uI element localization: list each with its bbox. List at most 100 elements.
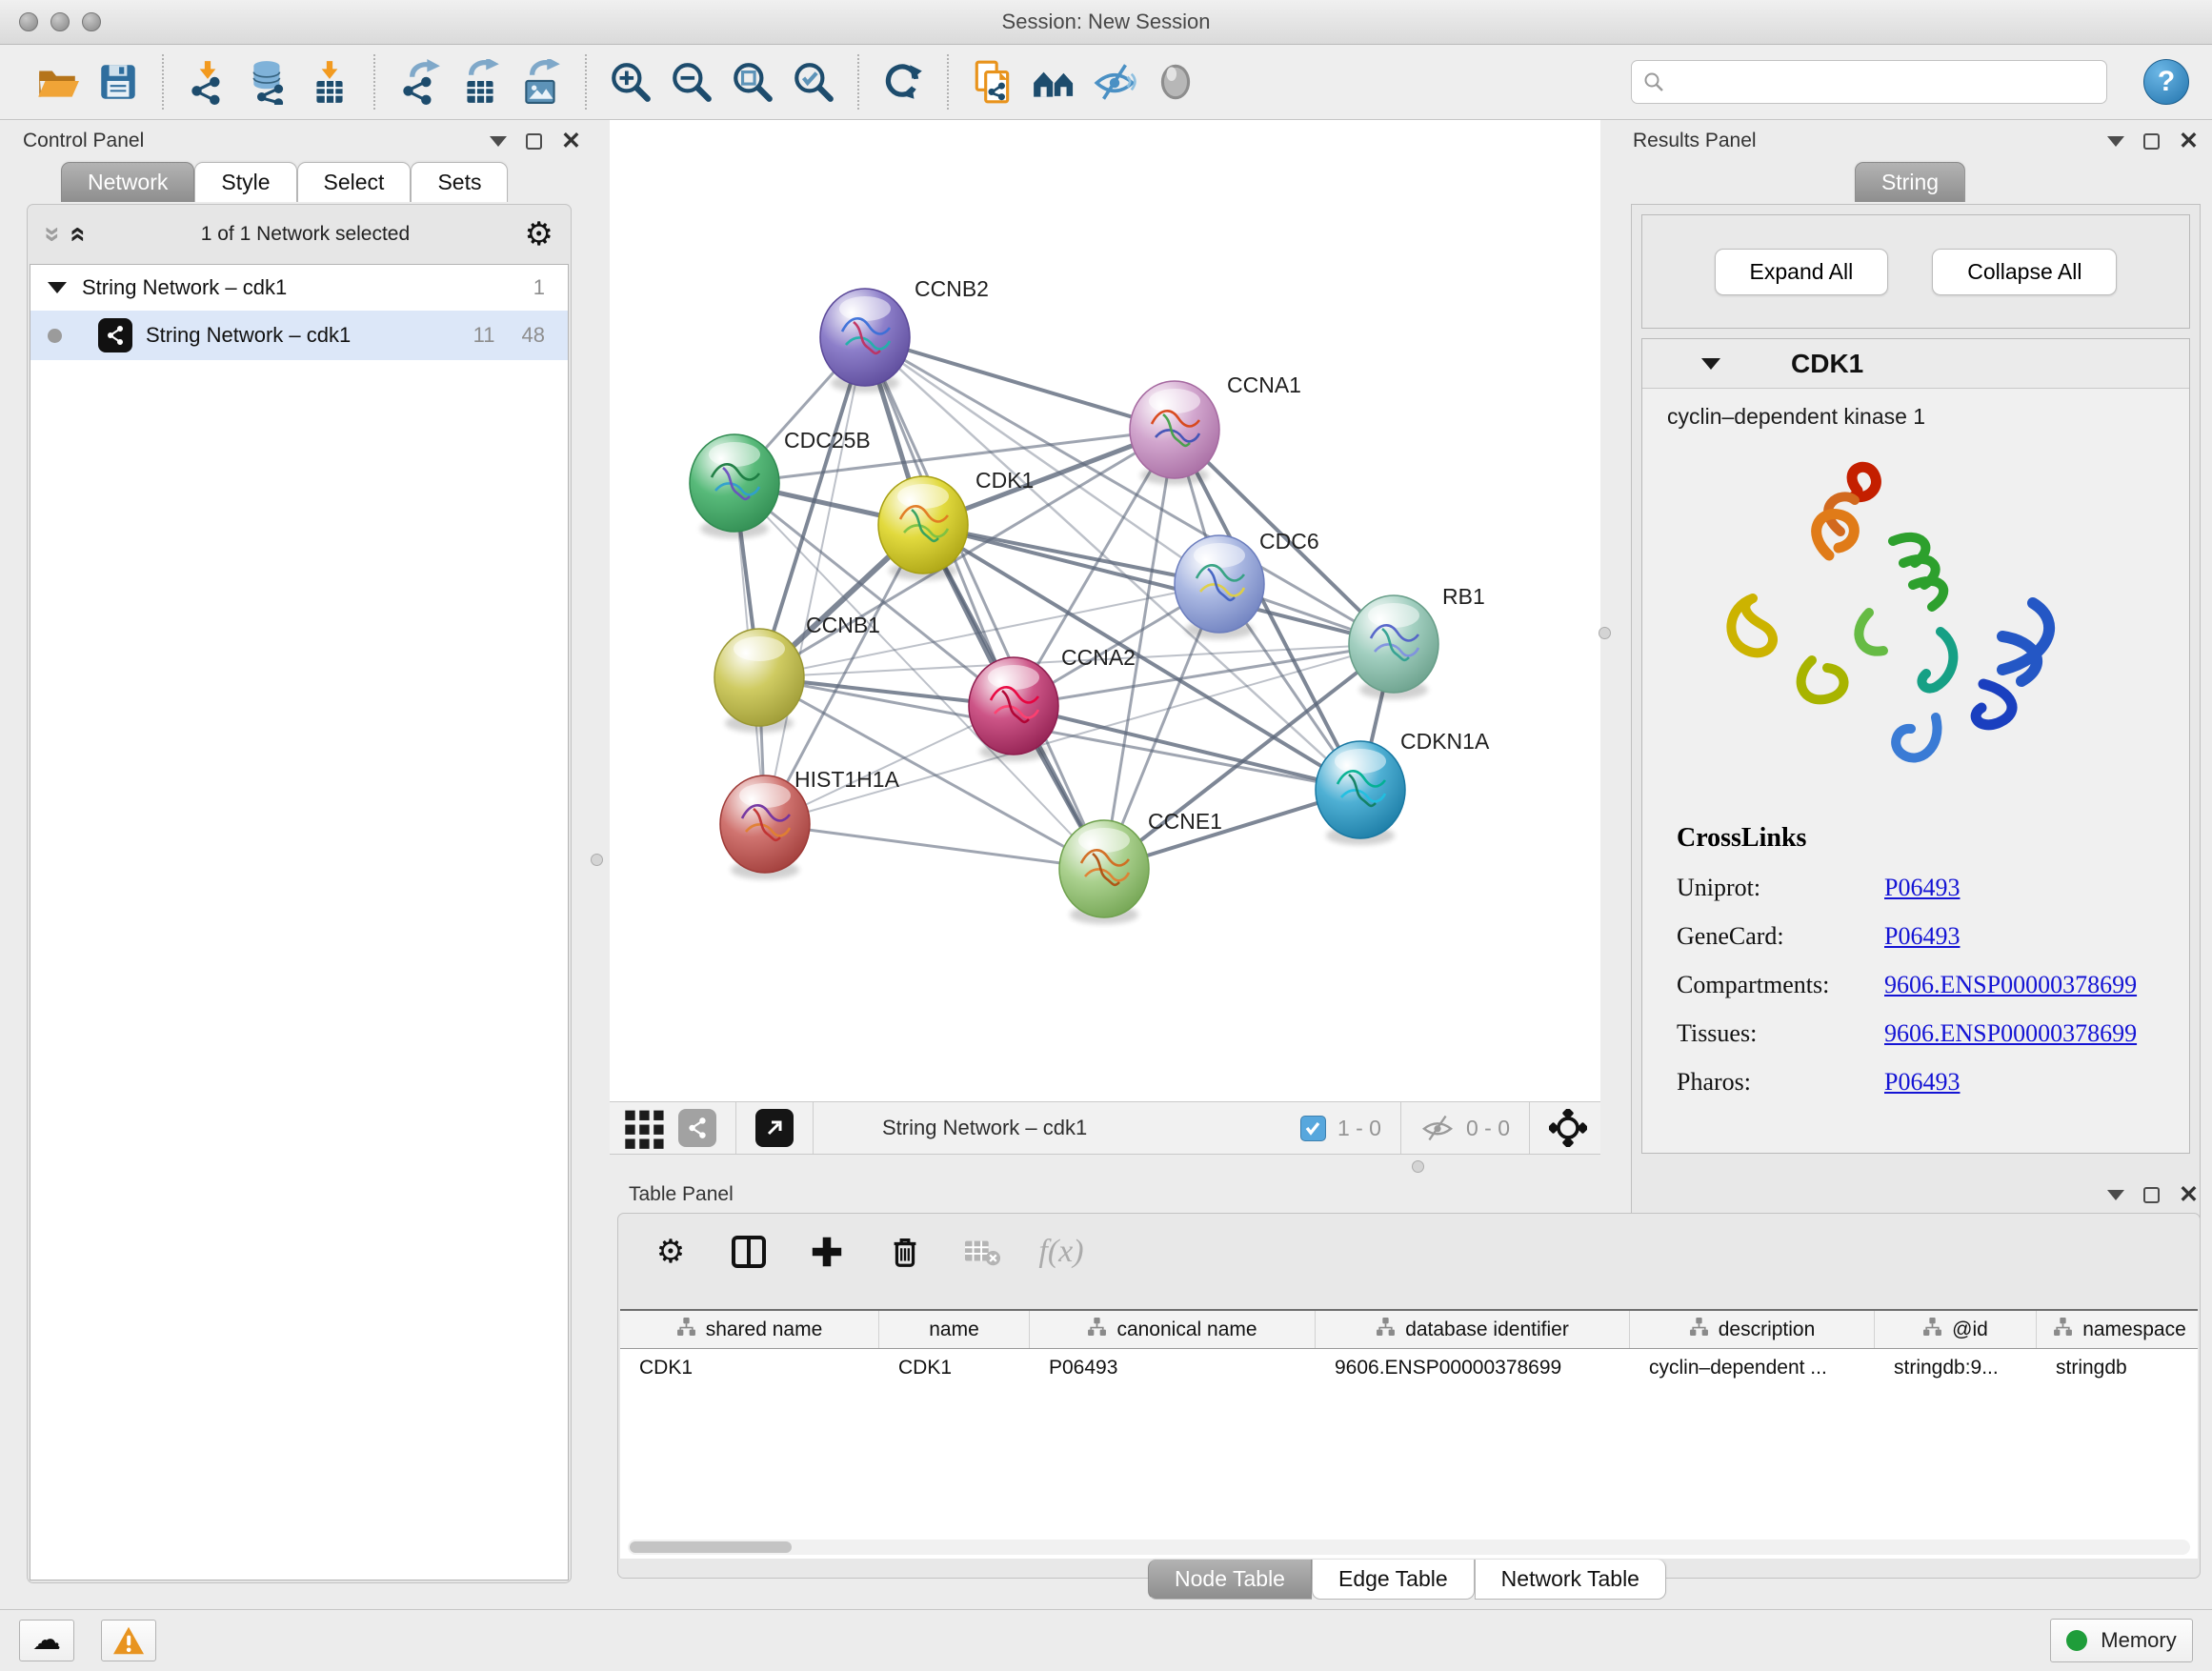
network-node-CDKN1A[interactable]: CDKN1A [1316, 729, 1490, 845]
tab-network[interactable]: Network [61, 162, 194, 202]
minimize-window-button[interactable] [50, 12, 70, 31]
edge-HIST1H1A-CCNE1[interactable] [765, 824, 1104, 869]
network-node-CDC25B[interactable]: CDC25B [690, 428, 871, 538]
panel-float-icon[interactable] [526, 133, 542, 150]
hide-selected-button[interactable] [1084, 53, 1145, 111]
column-header-namespace[interactable]: namespace [2037, 1311, 2198, 1348]
open-in-window-button[interactable] [755, 1109, 794, 1147]
crosshair-icon[interactable] [1549, 1109, 1587, 1147]
selected-checkbox[interactable] [1300, 1116, 1326, 1141]
collapse-all-button[interactable]: Collapse All [1932, 249, 2117, 295]
column-header-id[interactable]: @id [1875, 1311, 2037, 1348]
cell-database-identifier[interactable]: 9606.ENSP00000378699 [1316, 1349, 1630, 1387]
column-header-description[interactable]: description [1630, 1311, 1875, 1348]
crosslink-link-uniprot[interactable]: P06493 [1884, 874, 1960, 902]
cell-name[interactable]: CDK1 [879, 1349, 1030, 1387]
string-network-graph[interactable]: CCNB2CCNA1CDC25BCDK1CDC6RB1CCNB1CCNA2CDK… [610, 120, 1600, 1101]
select-first-neighbors-button[interactable] [1023, 53, 1084, 111]
entry-collapse-icon[interactable] [1701, 358, 1720, 370]
search-input[interactable] [1672, 71, 2095, 93]
scrollbar-thumb[interactable] [630, 1541, 792, 1553]
tab-string[interactable]: String [1855, 162, 1965, 202]
cell-namespace[interactable]: stringdb [2037, 1349, 2198, 1387]
save-session-button[interactable] [88, 53, 149, 111]
table-options-gear-icon[interactable]: ⚙ [649, 1230, 693, 1274]
expand-all-button[interactable]: Expand All [1715, 249, 1889, 295]
panel-float-icon[interactable] [2143, 133, 2160, 150]
string-style-button[interactable] [678, 1109, 716, 1147]
horizontal-splitter-handle[interactable] [1412, 1160, 1424, 1173]
warnings-button[interactable] [101, 1620, 156, 1661]
import-network-file-button[interactable] [177, 53, 238, 111]
panel-close-icon[interactable]: ✕ [561, 130, 581, 153]
left-splitter-handle[interactable] [591, 854, 603, 866]
delete-column-button[interactable] [883, 1230, 927, 1274]
cloud-status-button[interactable]: ☁ [19, 1620, 74, 1661]
panel-menu-icon[interactable] [2107, 1190, 2124, 1200]
tab-network-table[interactable]: Network Table [1475, 1560, 1666, 1600]
cell-id[interactable]: stringdb:9... [1875, 1349, 2037, 1387]
show-all-button[interactable] [1145, 53, 1206, 111]
zoom-selected-button[interactable] [783, 53, 844, 111]
column-header-database-identifier[interactable]: database identifier [1316, 1311, 1630, 1348]
clone-network-button[interactable] [962, 53, 1023, 111]
network-node-RB1[interactable]: RB1 [1349, 584, 1485, 699]
node-table[interactable]: shared namenamecanonical namedatabase id… [620, 1309, 2198, 1559]
edge-CCNB2-CCNA1[interactable] [865, 337, 1175, 430]
cell-shared-name[interactable]: CDK1 [620, 1349, 879, 1387]
tab-node-table[interactable]: Node Table [1148, 1560, 1312, 1600]
column-header-canonical-name[interactable]: canonical name [1030, 1311, 1316, 1348]
help-button[interactable]: ? [2143, 59, 2189, 105]
crosslink-link-compartments[interactable]: 9606.ENSP00000378699 [1884, 971, 2137, 999]
tab-sets[interactable]: Sets [411, 162, 508, 202]
edge-CCNA2-CDKN1A[interactable] [1014, 706, 1360, 790]
edge-CCNB2-HIST1H1A[interactable] [765, 337, 865, 824]
birdseye-grid-button[interactable] [623, 1106, 667, 1150]
memory-button[interactable]: Memory [2050, 1619, 2193, 1662]
zoom-out-button[interactable] [661, 53, 722, 111]
network-node-HIST1H1A[interactable]: HIST1H1A [720, 767, 900, 879]
zoom-in-button[interactable] [600, 53, 661, 111]
network-node-CCNE1[interactable]: CCNE1 [1059, 809, 1222, 924]
network-canvas[interactable]: CCNB2CCNA1CDC25BCDK1CDC6RB1CCNB1CCNA2CDK… [610, 120, 1600, 1101]
column-header-name[interactable]: name [879, 1311, 1030, 1348]
collection-expand-icon[interactable] [48, 282, 67, 293]
export-network-button[interactable] [389, 53, 450, 111]
tab-style[interactable]: Style [194, 162, 296, 202]
network-node-CDC6[interactable]: CDC6 [1175, 529, 1319, 639]
open-session-button[interactable] [27, 53, 88, 111]
crosslink-link-genecard[interactable]: P06493 [1884, 922, 1960, 951]
edge-CCNB2-CCNE1[interactable] [865, 337, 1104, 869]
refresh-view-button[interactable] [873, 53, 934, 111]
tab-edge-table[interactable]: Edge Table [1312, 1560, 1475, 1600]
search-field[interactable] [1631, 60, 2107, 104]
horizontal-scrollbar[interactable] [628, 1540, 2190, 1555]
panel-close-icon[interactable]: ✕ [2179, 130, 2199, 153]
crosslink-link-pharos[interactable]: P06493 [1884, 1068, 1960, 1097]
import-network-database-button[interactable] [238, 53, 299, 111]
cell-canonical-name[interactable]: P06493 [1030, 1349, 1316, 1387]
export-table-button[interactable] [450, 53, 511, 111]
network-node-CCNB2[interactable]: CCNB2 [820, 276, 989, 393]
import-table-file-button[interactable] [299, 53, 360, 111]
create-column-button[interactable] [805, 1230, 849, 1274]
zoom-window-button[interactable] [82, 12, 101, 31]
close-window-button[interactable] [19, 12, 38, 31]
crosslink-link-tissues[interactable]: 9606.ENSP00000378699 [1884, 1019, 2137, 1048]
panel-close-icon[interactable]: ✕ [2179, 1183, 2199, 1207]
tab-select[interactable]: Select [297, 162, 412, 202]
panel-float-icon[interactable] [2143, 1187, 2160, 1203]
cell-description[interactable]: cyclin–dependent ... [1630, 1349, 1875, 1387]
entry-header[interactable]: CDK1 [1642, 339, 2189, 389]
export-image-button[interactable] [511, 53, 572, 111]
network-options-gear-icon[interactable]: ⚙ [525, 218, 553, 251]
network-collection-row[interactable]: String Network – cdk1 1 [30, 265, 568, 311]
show-column-button[interactable] [727, 1230, 771, 1274]
table-row[interactable]: CDK1CDK1P064939606.ENSP00000378699cyclin… [620, 1349, 2198, 1387]
panel-menu-icon[interactable] [2107, 136, 2124, 147]
panel-menu-icon[interactable] [490, 136, 507, 147]
fit-content-button[interactable] [722, 53, 783, 111]
column-header-shared-name[interactable]: shared name [620, 1311, 879, 1348]
network-row-selected[interactable]: String Network – cdk1 11 48 [30, 311, 568, 360]
expand-all-networks-icon[interactable]: « [64, 227, 92, 243]
